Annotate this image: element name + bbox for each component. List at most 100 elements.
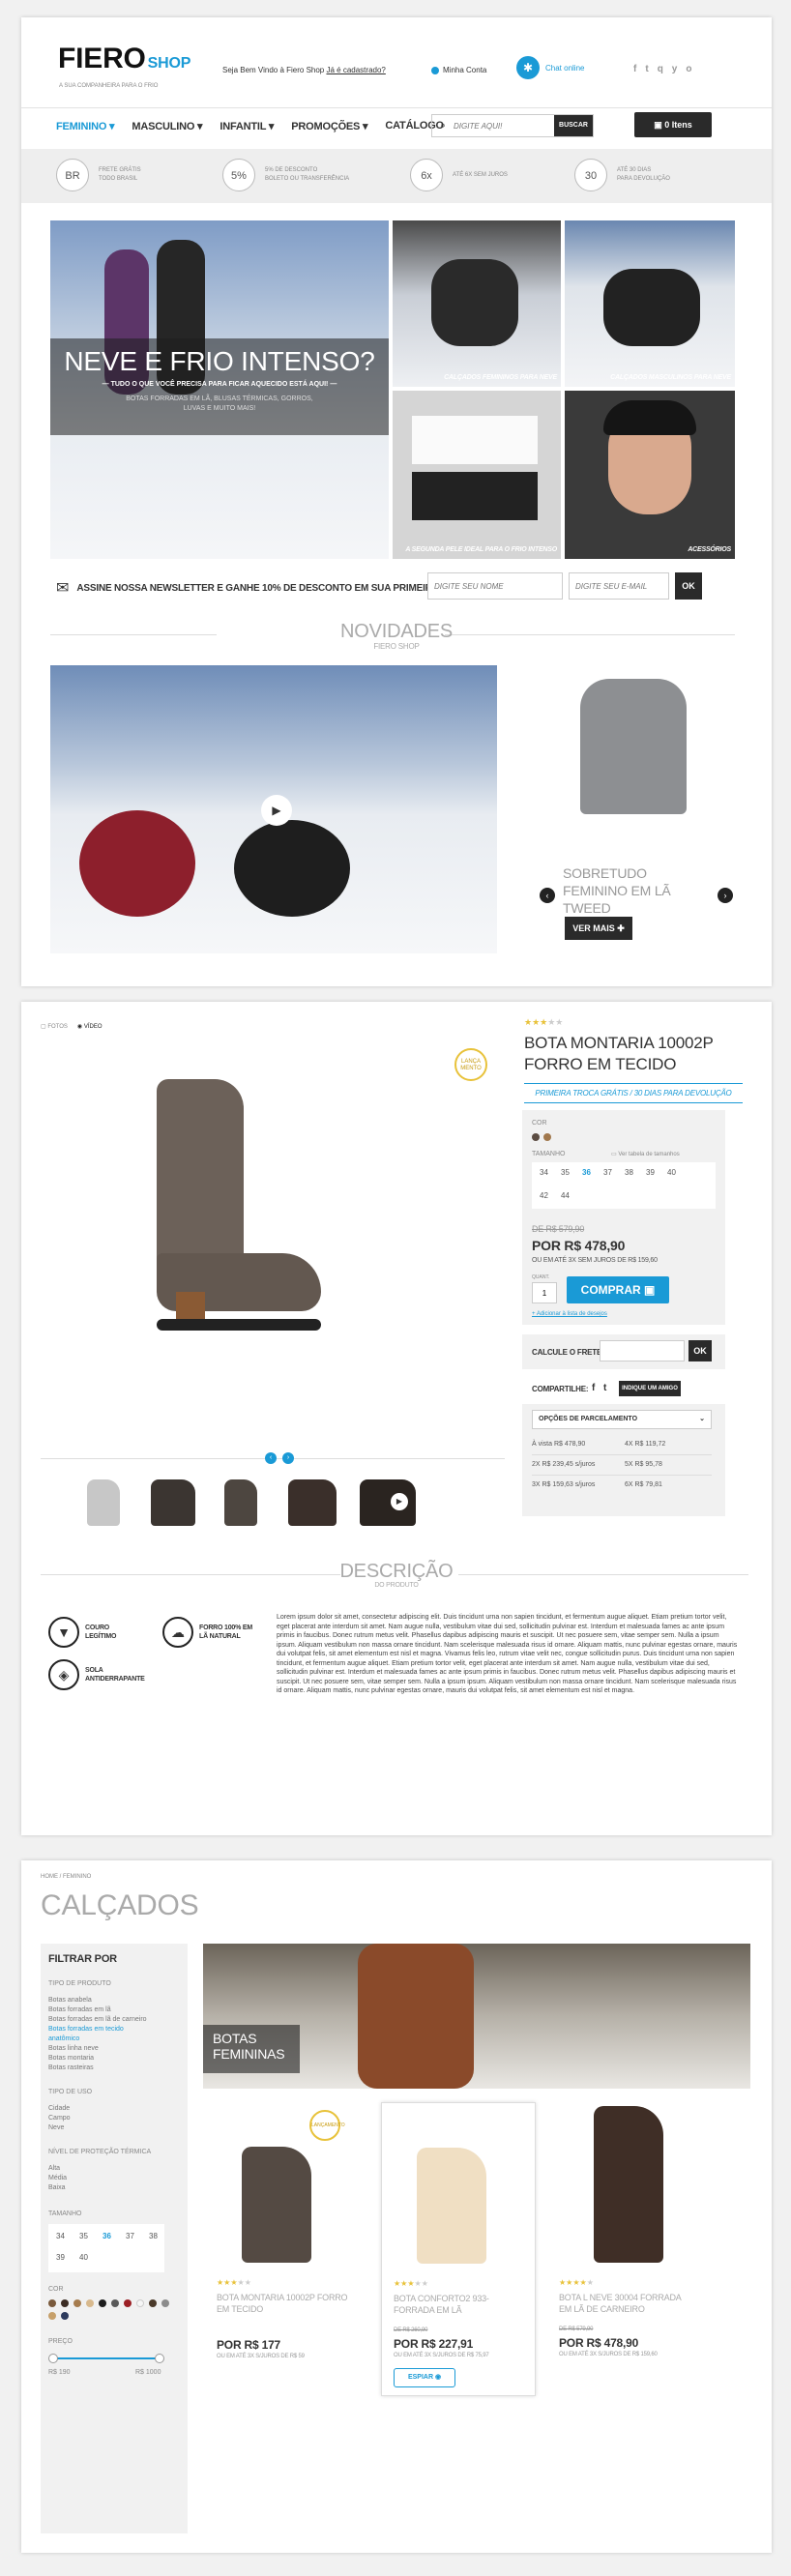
tab-photos[interactable]: ▢ FOTOS: [41, 1023, 68, 1030]
size-option[interactable]: 39: [56, 2253, 65, 2262]
size-option-selected[interactable]: 36: [103, 2232, 111, 2240]
filter-option[interactable]: Botas linha neve: [48, 2044, 184, 2054]
thumbnail[interactable]: [87, 1479, 120, 1526]
next-arrow-icon[interactable]: ›: [718, 888, 733, 903]
size-option[interactable]: 40: [667, 1168, 676, 1177]
register-link[interactable]: Já é cadastrado?: [326, 66, 385, 74]
tab-video[interactable]: ◉ VÍDEO: [77, 1023, 103, 1030]
quick-view-button[interactable]: ESPIAR ◉: [394, 2368, 455, 2387]
breadcrumb[interactable]: HOME / FEMININO: [41, 1874, 91, 1880]
nav-infantil[interactable]: INFANTIL ▾: [220, 120, 274, 132]
slider-handle-max[interactable]: [155, 2354, 164, 2363]
filter-option[interactable]: Botas rasteiras: [48, 2064, 184, 2073]
product-main-image[interactable]: [137, 1079, 321, 1331]
hero-tile[interactable]: CALÇADOS FEMININOS PARA NEVE: [393, 220, 561, 387]
account-link[interactable]: Minha Conta: [431, 66, 486, 74]
instagram-icon[interactable]: o: [686, 64, 691, 74]
product-card[interactable]: LANÇAMENTO ★★★★★ BOTA MONTARIA 10002P FO…: [203, 2102, 373, 2392]
search-button[interactable]: BUSCAR: [554, 115, 593, 136]
size-option[interactable]: 44: [561, 1191, 570, 1200]
nav-promocoes[interactable]: PROMOÇÕES ▾: [291, 120, 367, 132]
filter-option[interactable]: Neve: [48, 2123, 71, 2133]
nav-masculino[interactable]: MASCULINO ▾: [132, 120, 202, 132]
hero-tile[interactable]: A SEGUNDA PELE IDEAL PARA O FRIO INTENSO: [393, 391, 561, 559]
filter-option[interactable]: Campo: [48, 2114, 71, 2123]
featured-product[interactable]: [551, 656, 716, 849]
color-swatch[interactable]: [136, 2299, 144, 2307]
size-option-selected[interactable]: 36: [582, 1168, 591, 1177]
color-swatch[interactable]: [543, 1133, 551, 1141]
size-option[interactable]: 39: [646, 1168, 655, 1177]
color-swatch[interactable]: [124, 2299, 132, 2307]
size-option[interactable]: 34: [540, 1168, 548, 1177]
chat-bubble-icon[interactable]: q: [658, 64, 663, 74]
prev-arrow-icon[interactable]: ‹: [540, 888, 555, 903]
hero-banner[interactable]: NEVE E FRIO INTENSO? — TUDO O QUE VOCÊ P…: [50, 220, 389, 559]
filter-option[interactable]: Alta: [48, 2164, 67, 2174]
thumbnail[interactable]: [151, 1479, 195, 1526]
facebook-icon[interactable]: f: [633, 64, 636, 74]
size-option[interactable]: 42: [540, 1191, 548, 1200]
gallery-prev-icon[interactable]: ‹: [265, 1452, 277, 1464]
filter-option[interactable]: Botas forradas em lã: [48, 2005, 184, 2015]
ver-mais-button[interactable]: VER MAIS ✚: [565, 917, 632, 940]
filter-option[interactable]: Média: [48, 2174, 67, 2183]
slider-handle-min[interactable]: [48, 2354, 58, 2363]
size-option[interactable]: 35: [561, 1168, 570, 1177]
logo[interactable]: FIERO SHOP: [58, 43, 190, 81]
newsletter-email-input[interactable]: [569, 572, 669, 600]
color-swatch[interactable]: [99, 2299, 106, 2307]
play-icon[interactable]: ▶: [391, 1493, 408, 1510]
size-option[interactable]: 35: [79, 2232, 88, 2240]
gallery-next-icon[interactable]: ›: [282, 1452, 294, 1464]
shipping-zip-input[interactable]: [600, 1340, 685, 1361]
twitter-icon[interactable]: t: [645, 64, 648, 74]
filter-option[interactable]: Botas montaria: [48, 2054, 184, 2064]
play-icon[interactable]: ▶: [261, 795, 292, 826]
size-option[interactable]: 37: [603, 1168, 612, 1177]
thumbnail[interactable]: [224, 1479, 257, 1526]
color-swatch[interactable]: [61, 2299, 69, 2307]
chat-button[interactable]: ✱ Chat online: [516, 56, 584, 79]
product-card-hover[interactable]: ★★★★★ BOTA CONFORTO2 933-FORRADA EM LÃ D…: [381, 2102, 536, 2396]
hero-tile[interactable]: CALÇADOS MASCULINOS PARA NEVE: [565, 220, 735, 387]
filter-option-selected[interactable]: Botas forradas em tecido anatômico: [48, 2025, 145, 2044]
nav-feminino[interactable]: FEMININO ▾: [56, 120, 115, 132]
color-swatch[interactable]: [161, 2299, 169, 2307]
price-slider[interactable]: [52, 2357, 159, 2359]
color-swatch[interactable]: [48, 2299, 56, 2307]
video-player[interactable]: ▶: [50, 665, 497, 953]
thumbnail[interactable]: [288, 1479, 337, 1526]
size-option[interactable]: 38: [625, 1168, 633, 1177]
size-option[interactable]: 34: [56, 2232, 65, 2240]
color-swatch[interactable]: [61, 2312, 69, 2320]
color-swatch[interactable]: [111, 2299, 119, 2307]
cart-button[interactable]: ▣ 0 Itens: [634, 112, 712, 137]
facebook-icon[interactable]: f: [592, 1383, 595, 1393]
shipping-ok-button[interactable]: OK: [688, 1340, 712, 1361]
size-option[interactable]: 40: [79, 2253, 88, 2262]
wishlist-link[interactable]: + Adicionar à lista de desejos: [532, 1311, 607, 1317]
color-swatch[interactable]: [532, 1133, 540, 1141]
filter-option[interactable]: Cidade: [48, 2104, 71, 2114]
color-swatch[interactable]: [149, 2299, 157, 2307]
color-swatch[interactable]: [73, 2299, 81, 2307]
buy-button[interactable]: COMPRAR ▣: [567, 1276, 669, 1303]
filter-option[interactable]: Botas forradas em lã de carneiro: [48, 2015, 184, 2025]
product-card[interactable]: ★★★★★ BOTA L NEVE 30004 FORRADA EM LÃ DE…: [545, 2102, 716, 2392]
size-table-link[interactable]: ▭ Ver tabela de tamanhos: [611, 1151, 680, 1157]
youtube-icon[interactable]: y: [672, 64, 678, 74]
newsletter-submit-button[interactable]: OK: [675, 572, 702, 600]
hero-tile[interactable]: ACESSÓRIOS: [565, 391, 735, 559]
filter-option[interactable]: Baixa: [48, 2183, 67, 2193]
search-input[interactable]: [454, 121, 546, 131]
category-banner[interactable]: BOTAS FEMININAS: [203, 1944, 750, 2089]
size-option[interactable]: 37: [126, 2232, 134, 2240]
quantity-input[interactable]: [532, 1282, 557, 1303]
newsletter-name-input[interactable]: [427, 572, 563, 600]
installments-dropdown[interactable]: OPÇÕES DE PARCELAMENTO ⌄: [532, 1410, 712, 1429]
color-swatch[interactable]: [48, 2312, 56, 2320]
filter-option[interactable]: Botas anabela: [48, 1996, 184, 2005]
indicate-friend-button[interactable]: INDIQUE UM AMIGO: [619, 1381, 681, 1396]
size-option[interactable]: 38: [149, 2232, 158, 2240]
